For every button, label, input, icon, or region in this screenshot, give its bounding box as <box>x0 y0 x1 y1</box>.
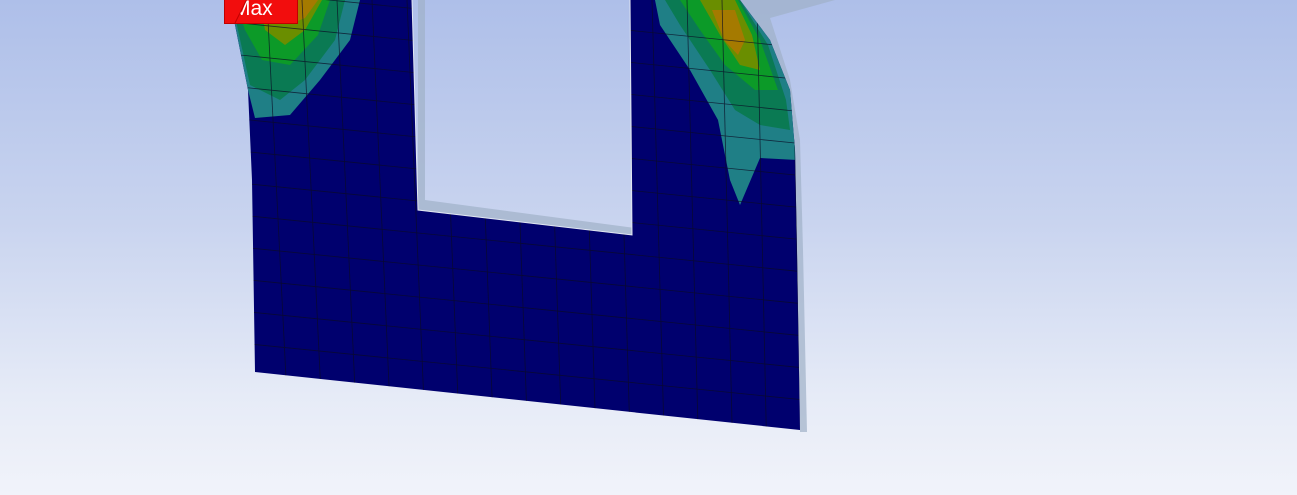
graphics-viewport[interactable]: Max <box>0 0 1297 495</box>
mesh-line-horizontal <box>230 438 805 495</box>
max-probe-label[interactable]: Max <box>224 0 298 24</box>
undeformed-shadow-inner <box>418 0 638 235</box>
probe-pointer-icon <box>225 0 248 23</box>
fea-model-view[interactable] <box>0 0 1297 495</box>
hole-edge <box>411 0 633 236</box>
